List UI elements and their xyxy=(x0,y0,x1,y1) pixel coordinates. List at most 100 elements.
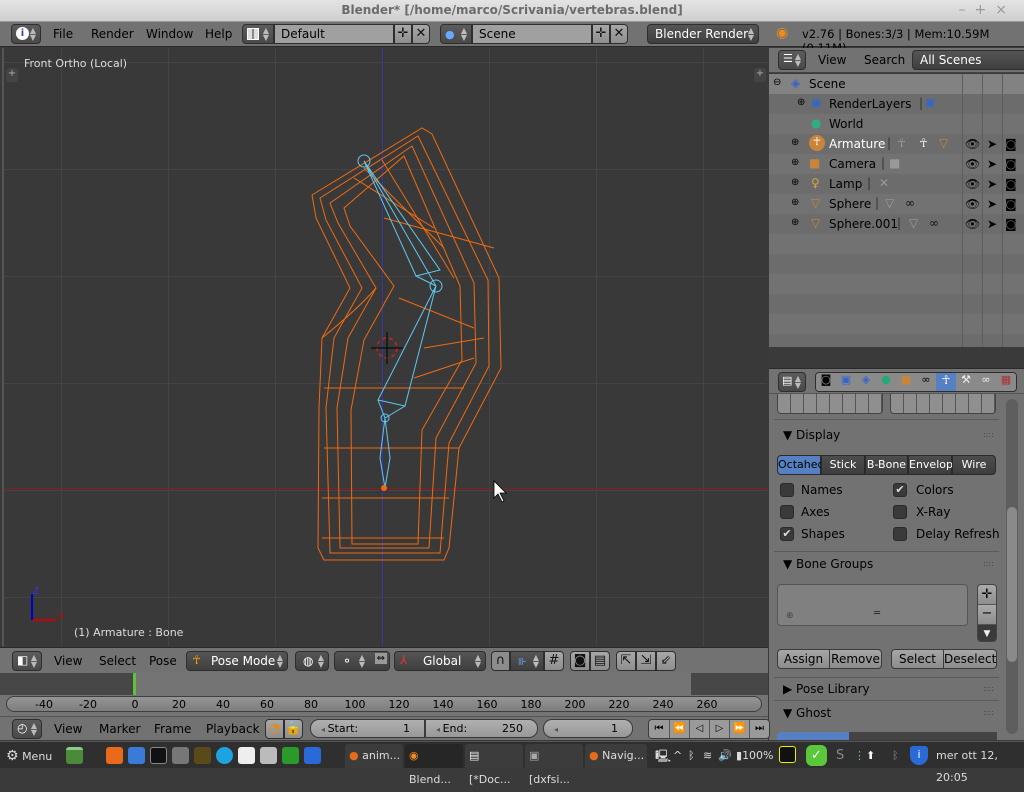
visibility-eye-icon[interactable]: 👁 xyxy=(965,134,980,154)
add-scene-button[interactable]: ✛ xyxy=(592,24,610,44)
timeline-scrollbar[interactable]: -40 -20 0 20 40 60 80 100 120 140 160 18… xyxy=(6,696,762,712)
outliner-row-camera[interactable]: ⊕ ■ Camera | ■ xyxy=(769,154,1024,174)
render-engine-dropdown[interactable]: Blender Render ▲ ▼ xyxy=(647,24,759,44)
terminal-launcher-icon[interactable] xyxy=(150,747,167,764)
writer-launcher-icon[interactable] xyxy=(304,747,321,764)
render-opengl-button[interactable]: ◙ xyxy=(570,651,590,671)
tab-texture[interactable]: ▦ xyxy=(996,373,1016,391)
snap-target-button[interactable]: # xyxy=(544,651,564,671)
visibility-eye-icon[interactable]: 👁 xyxy=(965,214,980,234)
outliner-menu-search[interactable]: Search xyxy=(864,53,905,67)
current-frame-indicator[interactable] xyxy=(133,673,136,695)
volume-icon[interactable]: 🔊 xyxy=(718,745,732,767)
network-icon[interactable]: 🖳 xyxy=(655,745,671,767)
render-camera-icon[interactable]: ◙ xyxy=(1005,214,1017,234)
display-mode-wire[interactable]: Wire xyxy=(952,455,996,475)
bone-group-specials-button[interactable]: ▼ xyxy=(978,625,996,641)
3dview-menu-view[interactable]: View xyxy=(54,654,82,668)
render-camera-icon[interactable]: ◙ xyxy=(1005,134,1017,154)
drag-handle-icon[interactable]: :::: xyxy=(983,559,994,568)
tab-bone-constraints[interactable]: ∞ xyxy=(976,373,996,391)
tab-armature-data[interactable]: ☥ xyxy=(936,373,956,391)
layout-name-field[interactable]: Default xyxy=(274,24,394,44)
pivot-point-dropdown[interactable]: ⚬ ▲ ▼ ⇔ xyxy=(334,651,390,671)
jump-to-keyframe-back-button[interactable]: ⏪ xyxy=(669,720,689,738)
maximize-button[interactable]: + xyxy=(975,2,996,18)
system-monitor-launcher-icon[interactable] xyxy=(194,747,211,764)
files-launcher-icon[interactable] xyxy=(172,747,189,764)
start-frame-field[interactable]: ◂ Start: 1 xyxy=(310,719,425,738)
add-bone-group-button[interactable]: ✛ xyxy=(978,585,996,605)
ghost-panel-header[interactable]: ▼ Ghost xyxy=(783,706,831,720)
render-camera-icon[interactable]: ◙ xyxy=(1005,174,1017,194)
remove-layout-button[interactable]: ✕ xyxy=(412,24,430,44)
delay-refresh-checkbox[interactable] xyxy=(893,527,907,541)
task-firefox-anim[interactable]: ● anim... xyxy=(345,744,403,768)
3dview-menu-select[interactable]: Select xyxy=(99,654,136,668)
outliner-row-scene[interactable]: ⊖ ◈ Scene xyxy=(769,74,1024,94)
remove-bone-group-button[interactable]: − xyxy=(978,605,996,625)
jump-to-start-button[interactable]: ⏮ xyxy=(649,720,669,738)
outliner-row-sphere[interactable]: ⊕ ▽ Sphere | ▽ ∞ xyxy=(769,194,1024,214)
update-arrow-icon[interactable]: ⬆ xyxy=(866,745,875,767)
scene-selector-button[interactable]: ● ▲ ▼ xyxy=(440,24,472,44)
menu-help[interactable]: Help xyxy=(205,27,232,41)
viewport-shading-dropdown[interactable]: ◍ ▲ ▼ xyxy=(295,651,329,671)
timeline-menu-marker[interactable]: Marker xyxy=(99,722,140,736)
bone-layers-right[interactable] xyxy=(890,394,996,414)
chromium-launcher-icon[interactable] xyxy=(128,747,145,764)
drag-handle-icon[interactable]: :::: xyxy=(983,684,994,693)
mode-dropdown[interactable]: ☥ Pose Mode ▲ ▼ xyxy=(186,651,288,671)
bone-groups-panel-header[interactable]: ▼ Bone Groups xyxy=(783,557,873,571)
play-button[interactable]: ▷ xyxy=(709,720,729,738)
list-resize-handle[interactable]: ═ xyxy=(874,608,880,619)
paste-flipped-pose-button[interactable]: ⇙ xyxy=(656,651,676,671)
drag-handle-icon[interactable]: :::: xyxy=(983,708,994,717)
task-blender[interactable]: ◉ Blend... xyxy=(405,744,463,786)
task-dxfsi[interactable]: ▣ [dxfsi... xyxy=(525,744,583,786)
display-mode-octahedral[interactable]: Octahed xyxy=(777,455,824,475)
manipulate-center-icon[interactable]: ⇔ xyxy=(374,653,387,664)
remove-button[interactable]: Remove xyxy=(829,649,882,669)
copy-pose-button[interactable]: ⇱ xyxy=(616,651,636,671)
tab-bone[interactable]: ⚒ xyxy=(956,373,976,391)
select-arrow-icon[interactable]: ➤ xyxy=(987,174,997,194)
shapes-checkbox[interactable]: ✔ xyxy=(780,527,794,541)
close-button[interactable]: × xyxy=(995,2,1016,18)
editor-type-info-button[interactable]: i ▲ ▼ xyxy=(11,24,41,44)
bone-groups-list[interactable]: ⊕ ═ xyxy=(777,584,968,626)
outliner-filter-dropdown[interactable]: All Scenes xyxy=(912,50,1024,70)
editor-type-3dview-button[interactable]: ◧ ▲ ▼ xyxy=(12,651,42,671)
display-mode-bbone[interactable]: B-Bone xyxy=(865,455,908,475)
outliner-row-armature[interactable]: ⊕ ☥ Armature | ☥ ☥ ▽ xyxy=(769,134,1024,154)
editor-type-outliner-button[interactable]: ☰ ▲ ▼ xyxy=(778,50,806,70)
show-desktop-icon[interactable] xyxy=(66,747,83,764)
timeline-menu-playback[interactable]: Playback xyxy=(206,722,260,736)
ghost-type-tabs[interactable] xyxy=(849,732,997,740)
sync-ok-icon[interactable]: ✓ xyxy=(806,745,827,766)
tab-scene[interactable]: ◈ xyxy=(856,373,876,391)
display-mode-envelope[interactable]: Envelop xyxy=(908,455,953,475)
mail-notifier-icon[interactable] xyxy=(779,746,796,763)
colors-checkbox[interactable]: ✔ xyxy=(893,483,907,497)
task-document[interactable]: ▤ [*Doc... xyxy=(465,744,523,786)
outliner-row-sphere-001[interactable]: ⊕ ▽ Sphere.001 | ▽ ∞ xyxy=(769,214,1024,234)
outliner-menu-view[interactable]: View xyxy=(818,53,846,67)
tab-constraints[interactable]: ∞ xyxy=(916,373,936,391)
clock[interactable]: mer ott 12, 20:05 xyxy=(936,745,1024,784)
bone-layers-left[interactable] xyxy=(777,394,883,414)
display-mode-stick[interactable]: Stick xyxy=(821,455,865,475)
select-button[interactable]: Select xyxy=(891,649,944,669)
bluetooth-icon[interactable]: ᛒ xyxy=(688,745,695,767)
visibility-eye-icon[interactable]: 👁 xyxy=(965,194,980,214)
app-tray-icon[interactable]: S xyxy=(836,745,844,767)
play-reverse-button[interactable]: ◁ xyxy=(689,720,709,738)
display-panel-header[interactable]: ▼ Display xyxy=(783,428,840,442)
outliner-row-world[interactable]: ● World xyxy=(769,114,1024,134)
task-navigator[interactable]: ● Navig... xyxy=(585,744,647,768)
outliner-row-lamp[interactable]: ⊕ ♀ Lamp | ✕ xyxy=(769,174,1024,194)
scene-name-field[interactable]: Scene xyxy=(472,24,592,44)
ghost-type-tab[interactable] xyxy=(777,732,849,740)
current-frame-field[interactable]: ◂ 1 xyxy=(543,719,633,738)
editor-type-timeline-button[interactable]: ◴ ▲ ▼ xyxy=(12,719,42,739)
